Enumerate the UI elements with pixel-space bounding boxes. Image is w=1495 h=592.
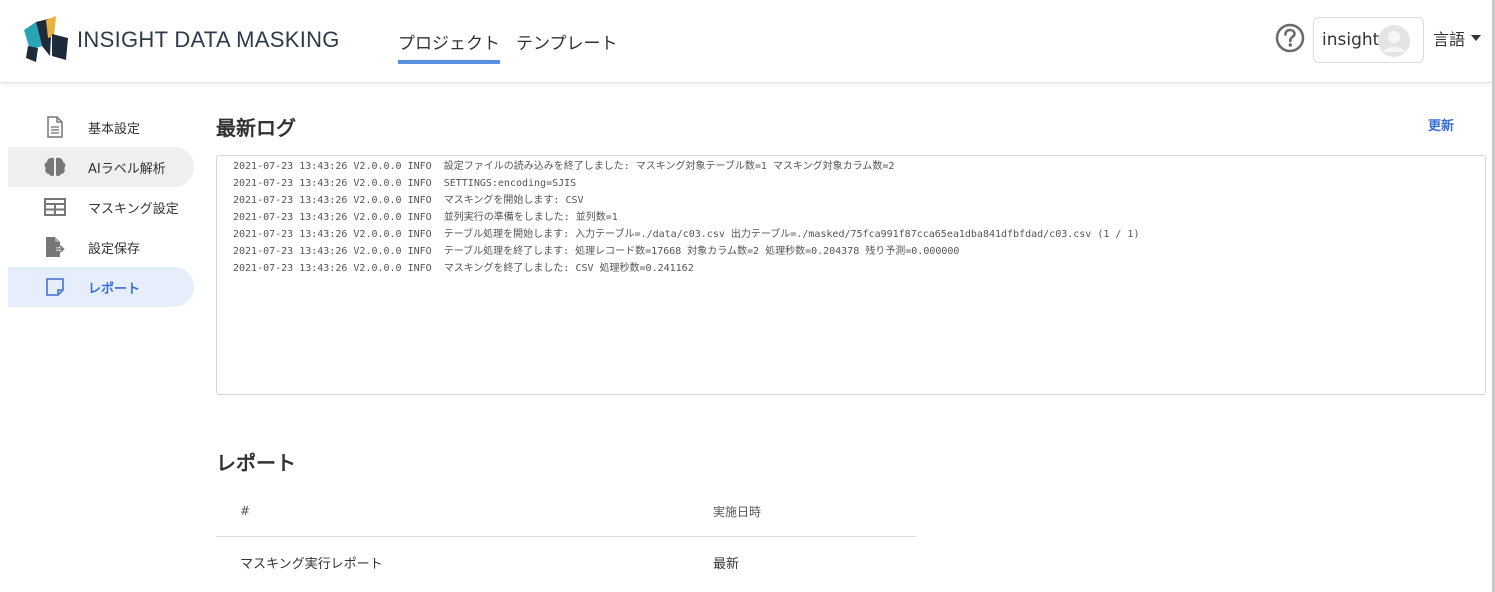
language-label: 言語 <box>1433 30 1466 49</box>
sidebar-item-label: 設定保存 <box>88 241 141 257</box>
report-section-title: レポート <box>216 451 296 475</box>
log-output-box[interactable]: 2021-07-23 13:43:26 V2.0.0.0 INFO 設定ファイル… <box>216 155 1486 395</box>
sidebar: 基本設定 AIラベル解析 マスキング設定 設定保存 レポート <box>8 107 194 307</box>
column-header-date: 実施日時 <box>713 504 762 519</box>
sidebar-item-label: AIラベル解析 <box>88 161 166 177</box>
user-menu-button[interactable]: insight <box>1313 17 1424 63</box>
log-line: 2021-07-23 13:43:26 V2.0.0.0 INFO 設定ファイル… <box>233 161 895 172</box>
brand-name: INSIGHT DATA MASKING <box>77 27 340 52</box>
brain-icon <box>44 156 66 178</box>
refresh-button[interactable]: 更新 <box>1428 115 1454 134</box>
table-row[interactable]: マスキング実行レポート 最新 <box>216 537 916 588</box>
nav-tab-project[interactable]: プロジェクト <box>398 29 500 64</box>
document-icon <box>44 116 66 138</box>
user-name: insight <box>1322 30 1380 50</box>
sidebar-item-label: レポート <box>88 281 141 297</box>
note-icon <box>44 276 66 298</box>
log-line: 2021-07-23 13:43:26 V2.0.0.0 INFO テーブル処理… <box>233 246 960 257</box>
sidebar-item-basic-settings[interactable]: 基本設定 <box>8 107 194 147</box>
sidebar-item-ai-label-analysis[interactable]: AIラベル解析 <box>8 147 194 187</box>
file-export-icon <box>44 236 66 258</box>
sidebar-item-save-settings[interactable]: 設定保存 <box>8 227 194 267</box>
sidebar-item-masking-settings[interactable]: マスキング設定 <box>8 187 194 227</box>
log-line: 2021-07-23 13:43:26 V2.0.0.0 INFO マスキングを… <box>233 195 584 206</box>
sidebar-item-report[interactable]: レポート <box>8 267 194 307</box>
report-table: # 実施日時 マスキング実行レポート 最新 <box>216 486 916 588</box>
log-line: 2021-07-23 13:43:26 V2.0.0.0 INFO 並列実行の準… <box>233 212 618 223</box>
nav-tab-template[interactable]: テンプレート <box>516 29 618 64</box>
table-icon <box>44 196 66 218</box>
log-line: 2021-07-23 13:43:26 V2.0.0.0 INFO マスキングを… <box>233 263 694 274</box>
main-nav: プロジェクト テンプレート <box>398 29 618 64</box>
sidebar-item-label: 基本設定 <box>88 121 141 137</box>
app-logo-icon[interactable] <box>22 16 70 64</box>
sidebar-item-label: マスキング設定 <box>88 201 179 217</box>
log-line: 2021-07-23 13:43:26 V2.0.0.0 INFO SETTIN… <box>233 178 577 189</box>
report-name-cell[interactable]: マスキング実行レポート <box>216 553 713 572</box>
app-header: INSIGHT DATA MASKING プロジェクト テンプレート insig… <box>0 0 1495 83</box>
caret-down-icon <box>1471 35 1482 41</box>
help-icon[interactable] <box>1275 23 1305 53</box>
table-header-row: # 実施日時 <box>216 486 916 537</box>
avatar-icon <box>1378 25 1410 57</box>
log-section-title: 最新ログ <box>216 116 296 140</box>
log-line: 2021-07-23 13:43:26 V2.0.0.0 INFO テーブル処理… <box>233 229 1140 240</box>
column-header-number: # <box>240 504 251 518</box>
language-dropdown[interactable]: 言語 <box>1433 26 1482 50</box>
report-date-cell: 最新 <box>713 557 740 572</box>
